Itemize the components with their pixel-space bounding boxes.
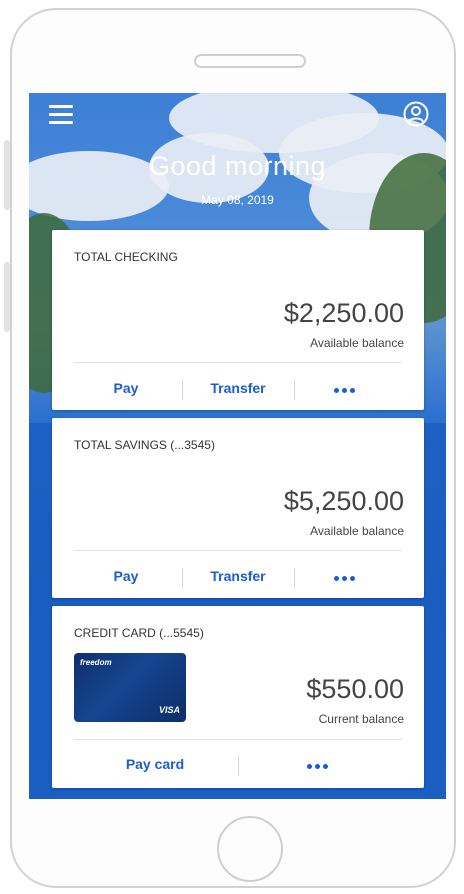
card-actions: Pay card — [52, 756, 424, 776]
transfer-button[interactable]: Transfer — [202, 380, 274, 396]
action-separator — [294, 380, 295, 400]
more-options-icon[interactable] — [334, 380, 360, 400]
balance-label: Available balance — [310, 336, 404, 350]
account-card-savings[interactable]: TOTAL SAVINGS (...3545) $5,250.00 Availa… — [52, 418, 424, 598]
card-actions: Pay Transfer — [52, 568, 424, 588]
action-separator — [182, 568, 183, 588]
more-options-icon[interactable] — [334, 568, 360, 588]
transfer-button[interactable]: Transfer — [202, 568, 274, 584]
phone-side-button — [4, 262, 10, 332]
action-separator — [238, 756, 239, 776]
more-options-icon[interactable] — [307, 756, 333, 776]
menu-icon[interactable] — [49, 105, 73, 125]
phone-speaker — [194, 54, 306, 68]
account-balance: $2,250.00 — [283, 298, 404, 328]
balance-label: Available balance — [310, 524, 404, 538]
visa-logo: VISA — [158, 705, 180, 715]
balance-label: Current balance — [318, 712, 404, 726]
account-title: CREDIT CARD (...5545) — [74, 626, 204, 640]
pay-button[interactable]: Pay — [100, 380, 152, 396]
pay-button[interactable]: Pay — [100, 568, 152, 584]
action-separator — [182, 380, 183, 400]
card-actions: Pay Transfer — [52, 380, 424, 400]
account-card-credit[interactable]: CREDIT CARD (...5545) freedom VISA $550.… — [52, 606, 424, 788]
credit-card-image: freedom VISA — [74, 653, 186, 722]
card-divider — [74, 362, 402, 363]
card-divider — [74, 550, 402, 551]
app-screen: Good morning May 08, 2019 TOTAL CHECKING… — [29, 93, 446, 799]
greeting-title: Good morning — [148, 151, 327, 181]
account-card-checking[interactable]: TOTAL CHECKING $2,250.00 Available balan… — [52, 230, 424, 410]
account-title: TOTAL SAVINGS (...3545) — [74, 438, 215, 452]
account-title: TOTAL CHECKING — [74, 250, 178, 264]
action-separator — [294, 568, 295, 588]
account-balance: $5,250.00 — [283, 486, 404, 516]
card-divider — [74, 739, 402, 740]
account-balance: $550.00 — [306, 674, 404, 704]
current-date: May 08, 2019 — [201, 193, 274, 207]
user-profile-icon[interactable] — [403, 101, 429, 127]
phone-home-button — [217, 816, 283, 882]
phone-side-button — [4, 140, 10, 210]
pay-card-button[interactable]: Pay card — [114, 756, 196, 772]
card-brand-logo: freedom — [80, 658, 112, 667]
